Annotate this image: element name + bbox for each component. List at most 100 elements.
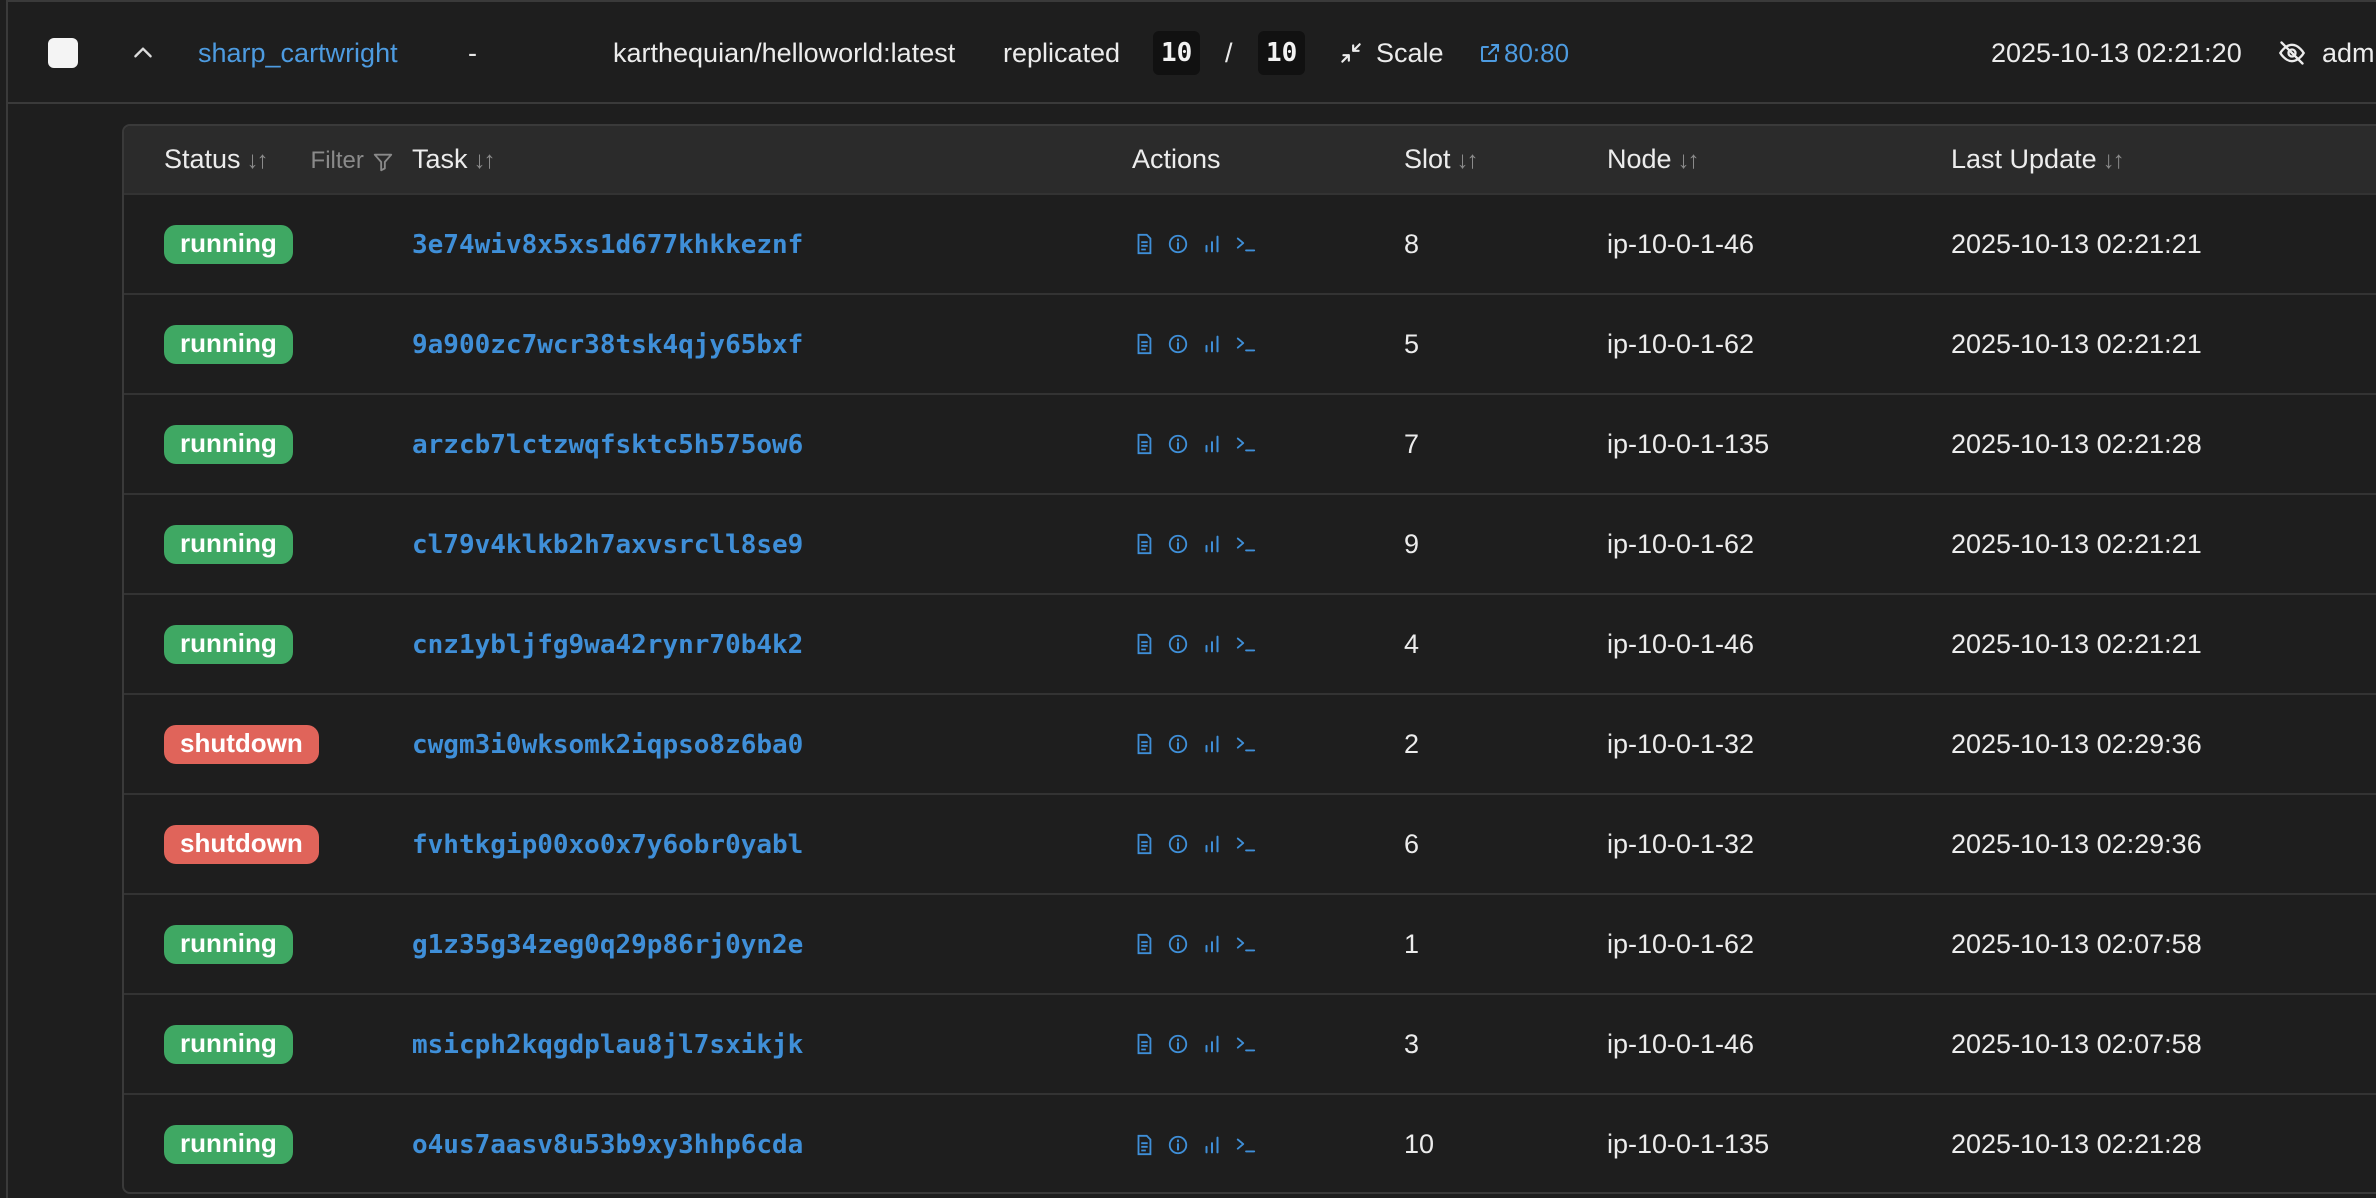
filter-icon — [373, 153, 393, 171]
chevron-up-icon[interactable] — [130, 2, 170, 104]
task-id-link[interactable]: arzcb7lctzwqfsktc5h575ow6 — [412, 430, 803, 460]
info-icon[interactable] — [1166, 232, 1190, 256]
last-update-cell: 2025-10-13 02:21:21 — [1951, 628, 2202, 659]
task-id-link[interactable]: 3e74wiv8x5xs1d677khkkeznf — [412, 230, 803, 260]
node-cell: ip-10-0-1-46 — [1607, 228, 1755, 259]
info-icon[interactable] — [1166, 732, 1190, 756]
task-id-link[interactable]: cnz1ybljfg9wa42rynr70b4k2 — [412, 630, 803, 660]
status-filter[interactable]: Filter — [311, 147, 394, 174]
task-id-link[interactable]: o4us7aasv8u53b9xy3hhp6cda — [412, 1130, 803, 1160]
stats-icon[interactable] — [1200, 832, 1224, 856]
terminal-icon[interactable] — [1234, 432, 1258, 456]
sort-icon[interactable]: ↓↑ — [1457, 147, 1479, 174]
compress-arrows-icon — [1341, 43, 1361, 63]
logs-icon[interactable] — [1132, 832, 1156, 856]
last-update-cell: 2025-10-13 02:29:36 — [1951, 828, 2202, 859]
task-cell: fvhtkgip00xo0x7y6obr0yabl — [412, 794, 1132, 894]
column-header-node[interactable]: Node ↓↑ — [1607, 126, 1951, 194]
task-id-link[interactable]: 9a900zc7wcr38tsk4qjy65bxf — [412, 330, 803, 360]
logs-icon[interactable] — [1132, 232, 1156, 256]
stats-icon[interactable] — [1200, 732, 1224, 756]
last-update-cell: 2025-10-13 02:21:28 — [1951, 428, 2202, 459]
node-header-label: Node — [1607, 144, 1672, 174]
service-select-checkbox[interactable] — [48, 2, 80, 104]
table-row: running 9a900zc7wcr38tsk4qjy65bxf 5 ip-1… — [124, 294, 2376, 394]
service-updated-time: 2025-10-13 02:21:20 — [1991, 37, 2242, 68]
info-icon[interactable] — [1166, 932, 1190, 956]
stats-icon[interactable] — [1200, 1032, 1224, 1056]
sort-icon[interactable]: ↓↑ — [2103, 147, 2125, 174]
terminal-icon[interactable] — [1234, 832, 1258, 856]
scale-label: Scale — [1376, 37, 1444, 68]
task-cell: o4us7aasv8u53b9xy3hhp6cda — [412, 1094, 1132, 1192]
logs-icon[interactable] — [1132, 1133, 1156, 1157]
status-badge: running — [164, 1125, 293, 1164]
column-header-slot[interactable]: Slot ↓↑ — [1404, 126, 1607, 194]
status-cell: running — [124, 1094, 412, 1192]
stats-icon[interactable] — [1200, 432, 1224, 456]
column-header-status[interactable]: Status ↓↑ Filter — [124, 126, 412, 194]
terminal-icon[interactable] — [1234, 332, 1258, 356]
scale-button[interactable]: Scale — [1338, 2, 1444, 104]
actions-cell — [1132, 394, 1404, 494]
info-icon[interactable] — [1166, 632, 1190, 656]
status-badge: shutdown — [164, 724, 319, 764]
stats-icon[interactable] — [1200, 932, 1224, 956]
last-update-cell: 2025-10-13 02:29:36 — [1951, 728, 2202, 759]
task-cell: arzcb7lctzwqfsktc5h575ow6 — [412, 394, 1132, 494]
sort-icon[interactable]: ↓↑ — [474, 147, 496, 174]
task-id-link[interactable]: g1z35g34zeg0q29p86rj0yn2e — [412, 930, 803, 960]
stats-icon[interactable] — [1200, 532, 1224, 556]
stats-icon[interactable] — [1200, 332, 1224, 356]
task-id-link[interactable]: fvhtkgip00xo0x7y6obr0yabl — [412, 830, 803, 860]
actions-cell — [1132, 994, 1404, 1094]
terminal-icon[interactable] — [1234, 632, 1258, 656]
column-header-last-update[interactable]: Last Update ↓↑ — [1951, 126, 2376, 194]
table-row: shutdown cwgm3i0wksomk2iqpso8z6ba0 2 ip-… — [124, 694, 2376, 794]
status-badge: running — [164, 624, 293, 664]
slot-cell: 2 — [1404, 728, 1420, 759]
service-stack: - — [468, 37, 477, 68]
terminal-icon[interactable] — [1234, 532, 1258, 556]
status-badge: running — [164, 224, 293, 264]
info-icon[interactable] — [1166, 1133, 1190, 1157]
sort-icon[interactable]: ↓↑ — [247, 147, 269, 174]
logs-icon[interactable] — [1132, 332, 1156, 356]
terminal-icon[interactable] — [1234, 932, 1258, 956]
sort-icon[interactable]: ↓↑ — [1678, 147, 1700, 174]
info-icon[interactable] — [1166, 1032, 1190, 1056]
port-label: 80:80 — [1504, 37, 1570, 68]
service-row: sharp_cartwright - karthequian/helloworl… — [8, 2, 2376, 104]
table-row: running cl79v4klkb2h7axvsrcll8se9 9 ip-1… — [124, 494, 2376, 594]
published-port-link[interactable]: 80:80 — [1478, 2, 1569, 104]
table-row: running cnz1ybljfg9wa42rynr70b4k2 4 ip-1… — [124, 594, 2376, 694]
logs-icon[interactable] — [1132, 632, 1156, 656]
actions-cell — [1132, 694, 1404, 794]
info-icon[interactable] — [1166, 432, 1190, 456]
logs-icon[interactable] — [1132, 732, 1156, 756]
info-icon[interactable] — [1166, 832, 1190, 856]
terminal-icon[interactable] — [1234, 732, 1258, 756]
terminal-icon[interactable] — [1234, 1032, 1258, 1056]
task-id-link[interactable]: msicph2kqgdplau8jl7sxikjk — [412, 1030, 803, 1060]
stats-icon[interactable] — [1200, 632, 1224, 656]
logs-icon[interactable] — [1132, 1032, 1156, 1056]
eye-off-icon[interactable] — [2278, 2, 2312, 104]
column-header-task[interactable]: Task ↓↑ — [412, 126, 1132, 194]
terminal-icon[interactable] — [1234, 232, 1258, 256]
terminal-icon[interactable] — [1234, 1133, 1258, 1157]
logs-icon[interactable] — [1132, 432, 1156, 456]
logs-icon[interactable] — [1132, 932, 1156, 956]
replicas-desired-input[interactable]: 10 — [1258, 31, 1306, 75]
info-icon[interactable] — [1166, 532, 1190, 556]
actions-cell — [1132, 294, 1404, 394]
logs-icon[interactable] — [1132, 532, 1156, 556]
last-update-cell: 2025-10-13 02:21:28 — [1951, 1129, 2202, 1159]
info-icon[interactable] — [1166, 332, 1190, 356]
task-id-link[interactable]: cwgm3i0wksomk2iqpso8z6ba0 — [412, 730, 803, 760]
stats-icon[interactable] — [1200, 232, 1224, 256]
last-update-cell: 2025-10-13 02:21:21 — [1951, 228, 2202, 259]
service-name-link[interactable]: sharp_cartwright — [198, 2, 398, 104]
stats-icon[interactable] — [1200, 1133, 1224, 1157]
task-id-link[interactable]: cl79v4klkb2h7axvsrcll8se9 — [412, 530, 803, 560]
